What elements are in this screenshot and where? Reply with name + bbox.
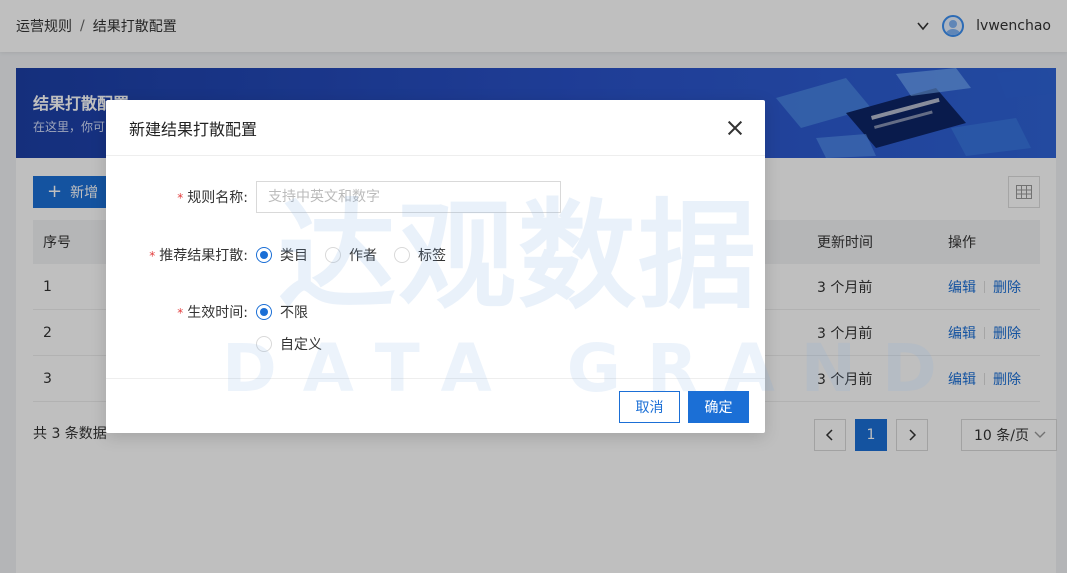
radio-checked-icon	[256, 247, 272, 263]
rule-name-input[interactable]	[256, 181, 561, 213]
confirm-button[interactable]: 确定	[688, 391, 749, 423]
radio-author[interactable]: 作者	[325, 245, 377, 265]
required-mark: *	[149, 249, 156, 263]
effective-custom-row: 自定义	[256, 334, 339, 354]
rule-name-label: 规则名称:	[187, 190, 248, 206]
required-mark: *	[177, 191, 184, 205]
radio-unlimited-label: 不限	[280, 305, 308, 321]
scatter-label: 推荐结果打散:	[159, 248, 248, 264]
radio-unlimited[interactable]: 不限	[256, 302, 308, 322]
rule-name-row: * 规则名称:	[106, 181, 561, 213]
required-mark: *	[177, 306, 184, 320]
radio-unchecked-icon	[325, 247, 341, 263]
radio-checked-icon	[256, 304, 272, 320]
radio-tag-label: 标签	[418, 248, 446, 264]
radio-author-label: 作者	[349, 248, 377, 264]
effective-label: 生效时间:	[187, 305, 248, 321]
create-config-dialog: 新建结果打散配置 *规则名称: *推荐结果打散: 类目 作者 标签 *生效时间:	[106, 100, 765, 433]
rule-name-label-wrap: * 规则名称:	[106, 187, 256, 207]
scatter-label-wrap: * 推荐结果打散:	[106, 245, 256, 265]
effective-time-row: * 生效时间: 不限	[106, 302, 325, 322]
effective-label-wrap: * 生效时间:	[106, 302, 256, 322]
radio-category-label: 类目	[280, 248, 308, 264]
dialog-header: 新建结果打散配置	[106, 100, 765, 156]
radio-category[interactable]: 类目	[256, 245, 308, 265]
cancel-button[interactable]: 取消	[619, 391, 680, 423]
radio-unchecked-icon	[256, 336, 272, 352]
dialog-title: 新建结果打散配置	[129, 119, 258, 139]
radio-tag[interactable]: 标签	[394, 245, 446, 265]
dialog-footer: 取消 确定	[106, 378, 765, 433]
scatter-row: * 推荐结果打散: 类目 作者 标签	[106, 245, 463, 265]
radio-unchecked-icon	[394, 247, 410, 263]
radio-custom[interactable]: 自定义	[256, 334, 322, 354]
close-icon[interactable]	[727, 120, 743, 136]
radio-custom-label: 自定义	[280, 337, 322, 353]
